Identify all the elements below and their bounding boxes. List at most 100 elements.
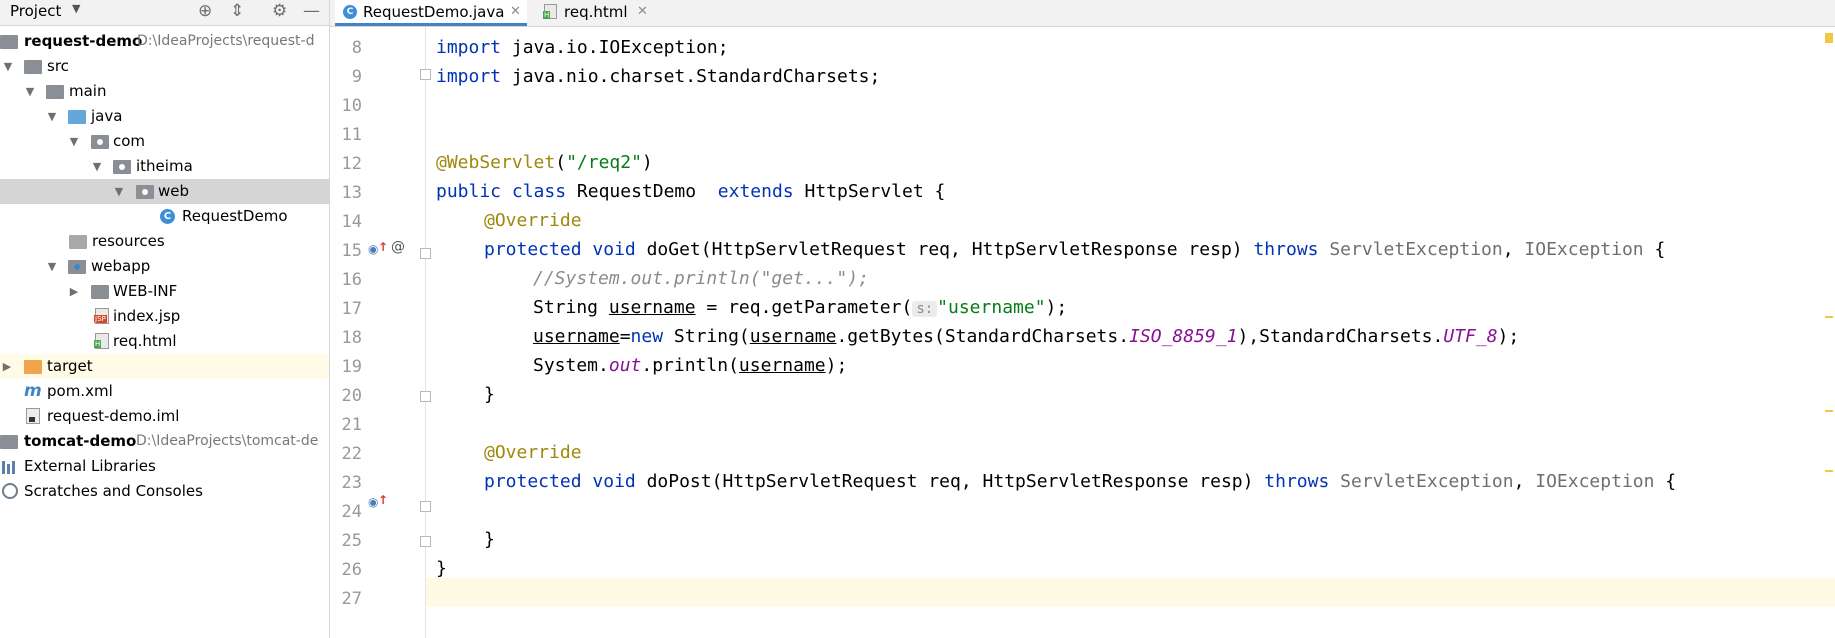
tree-item-java[interactable]: ▼ java	[0, 104, 329, 129]
code-text: java.nio.charset.StandardCharsets;	[501, 66, 881, 87]
code-text: );	[825, 355, 848, 376]
tree-item-index-jsp[interactable]: JSP index.jsp	[0, 304, 329, 329]
locate-icon[interactable]: ⊕	[198, 1, 212, 21]
tree-item-iml[interactable]: request-demo.iml	[0, 404, 329, 429]
error-stripe[interactable]	[1823, 27, 1835, 638]
project-view-title[interactable]: Project	[10, 2, 61, 20]
expand-arrow-icon[interactable]: ▼	[24, 79, 36, 104]
tree-item-label: External Libraries	[24, 457, 156, 475]
scratches-icon	[2, 483, 18, 499]
code-text: =	[619, 326, 631, 347]
tree-item-pom-xml[interactable]: m pom.xml	[0, 379, 329, 404]
tree-item-tomcat-demo[interactable]: ▶ tomcat-demo D:\IdeaProjects\tomcat-de	[0, 429, 329, 454]
tree-item-webapp[interactable]: ▼ webapp	[0, 254, 329, 279]
module-folder-icon	[0, 35, 18, 49]
line-number: 26	[341, 560, 362, 580]
line-number: 9	[351, 67, 362, 87]
up-arrow-icon[interactable]: ↑	[378, 493, 388, 507]
warning-marker[interactable]	[1825, 316, 1833, 318]
package-icon	[136, 185, 154, 199]
override-icon[interactable]: ◉	[368, 242, 378, 256]
tree-item-resources[interactable]: resources	[0, 229, 329, 254]
warning-marker[interactable]	[1825, 470, 1833, 472]
code-line-22: @Override	[484, 438, 582, 467]
keyword: import	[436, 37, 502, 58]
settings-icon[interactable]: ⚙	[272, 1, 287, 21]
chevron-down-icon[interactable]: ▼	[72, 2, 80, 15]
comment: //System.out.println("get...");	[533, 268, 869, 289]
tree-item-com[interactable]: ▼ com	[0, 129, 329, 154]
excluded-folder-icon	[24, 360, 42, 374]
code-line-8: import java.io.IOException;	[436, 33, 729, 62]
close-icon[interactable]: ✕	[510, 0, 521, 24]
keyword: throws	[1264, 471, 1330, 492]
collapse-all-icon[interactable]: ⇕	[230, 1, 244, 21]
at-icon[interactable]: @	[391, 239, 405, 255]
tree-item-target[interactable]: ▶ target	[0, 354, 329, 379]
tree-item-label: req.html	[113, 332, 177, 350]
code-line-18: username=new String(username.getBytes(St…	[533, 322, 1519, 351]
tree-item-label: WEB-INF	[113, 282, 178, 300]
line-number: 22	[341, 444, 362, 464]
tab-label: RequestDemo.java	[363, 3, 505, 21]
tree-item-label: request-demo.iml	[47, 407, 180, 425]
line-number: 10	[341, 96, 362, 116]
code-text: IOException	[1524, 239, 1644, 260]
html-file-icon: H	[94, 333, 109, 349]
line-number: 18	[341, 328, 362, 348]
tree-item-src[interactable]: ▼ src	[0, 54, 329, 79]
code-text: .getBytes(StandardCharsets.	[836, 326, 1130, 347]
keyword: protected	[484, 471, 582, 492]
collapse-arrow-icon[interactable]: ▶	[1, 354, 13, 379]
minimize-icon[interactable]: —	[303, 1, 320, 21]
code-text: .println(	[641, 355, 739, 376]
variable: username	[738, 355, 826, 376]
tree-item-req-html[interactable]: H req.html	[0, 329, 329, 354]
warning-marker[interactable]	[1825, 410, 1833, 412]
expand-arrow-icon[interactable]: ▼	[46, 104, 58, 129]
code-line-25: }	[484, 525, 495, 554]
code-text: ,	[1513, 471, 1536, 492]
tree-item-requestdemo-class[interactable]: C RequestDemo	[0, 204, 329, 229]
code-editor[interactable]: import java.io.IOException; import java.…	[426, 27, 1826, 638]
expand-arrow-icon[interactable]: ▼	[2, 54, 14, 79]
resources-folder-icon	[69, 235, 87, 249]
code-text: )	[641, 152, 653, 173]
expand-arrow-icon[interactable]: ▼	[113, 179, 125, 204]
tab-requestdemo-java[interactable]: C RequestDemo.java ✕	[335, 0, 527, 26]
tree-item-itheima[interactable]: ▼ itheima	[0, 154, 329, 179]
keyword: new	[630, 326, 664, 347]
tree-item-scratches[interactable]: Scratches and Consoles	[0, 479, 329, 504]
keyword: import	[436, 66, 502, 87]
code-text: String	[533, 297, 609, 318]
expand-arrow-icon[interactable]: ▼	[91, 154, 103, 179]
tree-item-label: src	[47, 57, 69, 75]
tree-item-external-libraries[interactable]: External Libraries	[0, 454, 329, 479]
line-number: 16	[341, 270, 362, 290]
tree-item-label: tomcat-demo	[24, 432, 137, 450]
variable: username	[749, 326, 837, 347]
code-text: ServletException	[1329, 239, 1503, 260]
tree-item-web-inf[interactable]: ▶ WEB-INF	[0, 279, 329, 304]
tree-item-main[interactable]: ▼ main	[0, 79, 329, 104]
expand-arrow-icon[interactable]: ▼	[46, 254, 58, 279]
code-text: );	[1497, 326, 1520, 347]
project-header: Project ▼ ⊕ ⇕ ⚙ —	[0, 0, 329, 26]
up-arrow-icon[interactable]: ↑	[378, 240, 388, 254]
tree-item-label: resources	[92, 232, 165, 250]
code-text: ServletException	[1340, 471, 1514, 492]
expand-arrow-icon[interactable]: ▼	[68, 129, 80, 154]
warning-marker[interactable]	[1825, 33, 1833, 43]
tree-item-request-demo[interactable]: ▼ request-demo D:\IdeaProjects\request-d	[0, 29, 329, 54]
override-icon[interactable]: ◉	[368, 495, 378, 509]
tree-item-web[interactable]: ▼ web	[0, 179, 329, 204]
tab-req-html[interactable]: req.html ✕	[536, 0, 654, 26]
editor-tab-bar: C RequestDemo.java ✕ req.html ✕	[330, 0, 1835, 27]
collapse-arrow-icon[interactable]: ▶	[68, 279, 80, 304]
code-line-26: }	[436, 554, 447, 583]
code-line-19: System.out.println(username);	[533, 351, 847, 380]
line-number: 27	[341, 589, 362, 609]
close-icon[interactable]: ✕	[637, 0, 648, 24]
annotation: @Override	[484, 210, 582, 231]
line-number: 20	[341, 386, 362, 406]
